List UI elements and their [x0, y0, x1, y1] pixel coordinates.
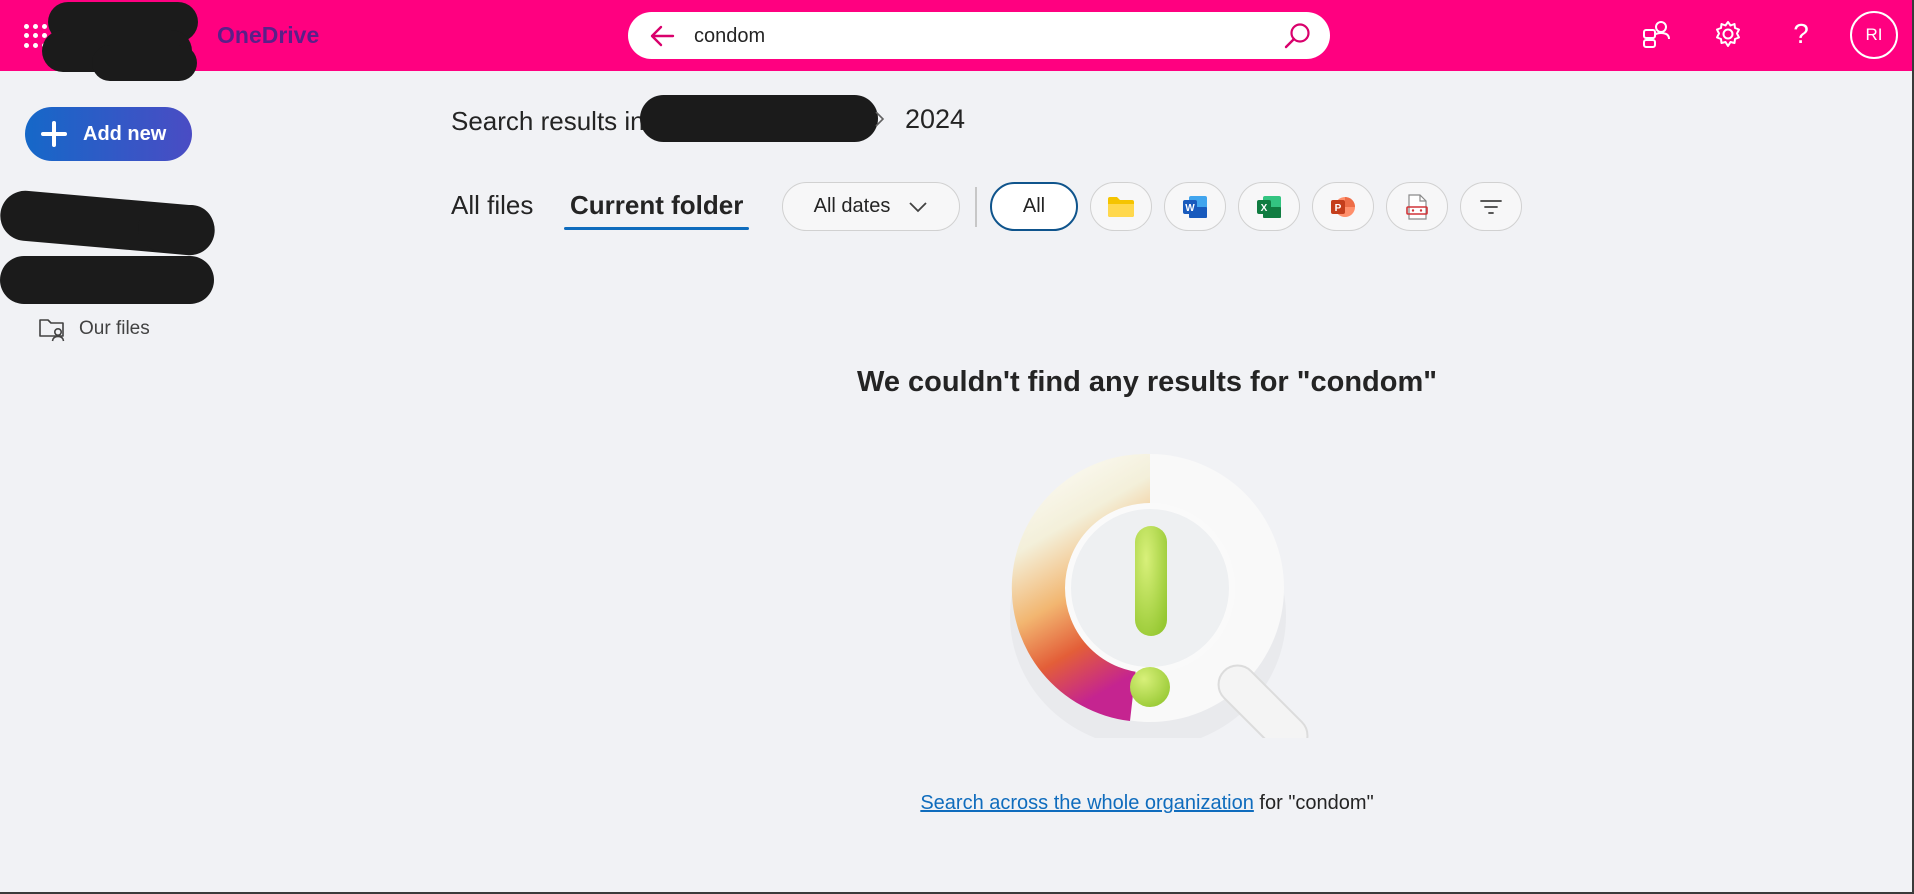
filter-icon: [1480, 199, 1502, 214]
add-new-label: Add new: [83, 122, 167, 145]
no-results-message: We couldn't find any results for "condom…: [856, 366, 1438, 398]
folder-icon: [1108, 196, 1134, 217]
type-filter-excel[interactable]: X: [1238, 182, 1300, 231]
redacted-org-name: [42, 0, 207, 82]
top-bar: OneDrive condom ? RI: [0, 0, 1912, 81]
search-box[interactable]: condom: [628, 12, 1330, 59]
date-filter-label: All dates: [813, 195, 891, 217]
type-filter-folders[interactable]: [1090, 182, 1152, 231]
sidebar-item-label: Our files: [79, 318, 150, 339]
tab-current-folder[interactable]: Current folder: [570, 190, 743, 221]
page-title: Search results in: [451, 106, 645, 136]
breadcrumb-current-folder[interactable]: 2024: [905, 104, 965, 135]
svg-text:W: W: [1185, 203, 1195, 214]
help-icon[interactable]: ?: [1783, 16, 1819, 52]
shared-folder-icon: [39, 319, 65, 342]
no-results-illustration: [1010, 453, 1309, 738]
search-organization-link[interactable]: Search across the whole organization: [920, 792, 1254, 814]
account-avatar[interactable]: RI: [1850, 11, 1898, 59]
onedrive-window: OneDrive condom ? RI Add new Our files S…: [0, 0, 1914, 894]
date-filter-dropdown[interactable]: All dates: [782, 182, 960, 231]
filter-divider: [975, 187, 977, 227]
chevron-down-icon: [909, 201, 927, 212]
search-input[interactable]: condom: [694, 25, 765, 48]
app-name[interactable]: OneDrive: [217, 22, 319, 49]
add-new-button[interactable]: Add new: [25, 107, 192, 161]
redacted-breadcrumb: [640, 95, 878, 142]
more-filters-button[interactable]: [1460, 182, 1522, 231]
type-filter-pdf[interactable]: [1386, 182, 1448, 231]
search-icon[interactable]: [1282, 21, 1312, 51]
svg-text:P: P: [1335, 203, 1342, 214]
powerpoint-icon: P: [1331, 196, 1355, 217]
chevron-right-icon: [875, 111, 885, 127]
search-across-text: Search across the whole organization for…: [0, 792, 1912, 815]
tab-selected-indicator: [564, 227, 749, 230]
settings-gear-icon[interactable]: [1710, 16, 1746, 52]
feedback-icon[interactable]: [1639, 16, 1675, 52]
back-arrow-icon[interactable]: [648, 22, 676, 50]
tab-all-files[interactable]: All files: [451, 190, 533, 221]
excel-icon: X: [1257, 195, 1281, 218]
word-icon: W: [1183, 195, 1207, 218]
redacted-nav-items: [0, 188, 220, 305]
type-filter-word[interactable]: W: [1164, 182, 1226, 231]
pdf-icon: [1406, 193, 1428, 220]
svg-text:X: X: [1261, 203, 1268, 214]
type-filter-all-label: All: [1022, 195, 1046, 217]
type-filter-powerpoint[interactable]: P: [1312, 182, 1374, 231]
plus-icon: [41, 121, 67, 147]
type-filter-all[interactable]: All: [990, 182, 1078, 231]
sidebar-item-our-files[interactable]: Our files: [38, 316, 150, 342]
search-across-suffix: for "condom": [1253, 792, 1374, 814]
